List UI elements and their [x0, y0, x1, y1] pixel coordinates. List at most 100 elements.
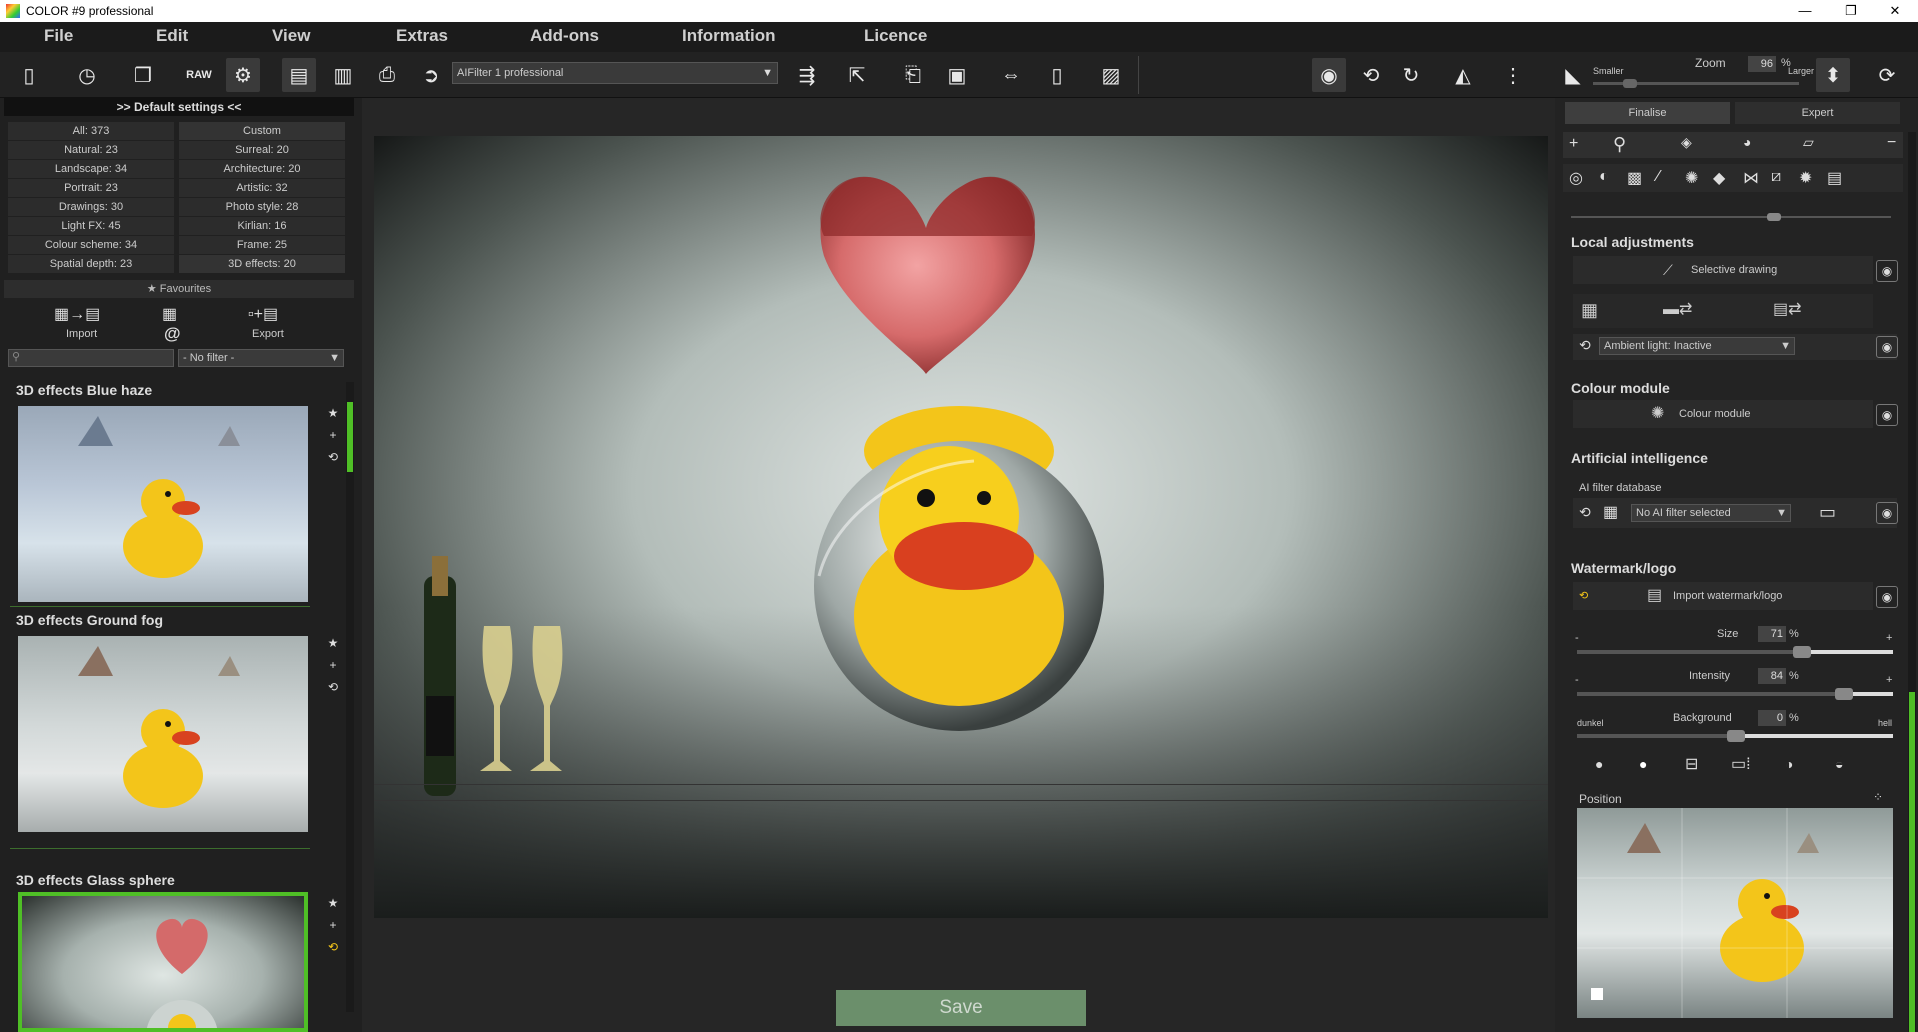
tab-expert[interactable]: Expert — [1735, 102, 1900, 124]
refresh-icon[interactable]: ⟲ — [326, 936, 340, 958]
share-icon[interactable]: ➲ — [414, 58, 448, 92]
minimize-button[interactable]: — — [1782, 0, 1828, 22]
category-button[interactable]: Photo style: 28 — [179, 198, 345, 216]
color-ring-icon[interactable]: ✺ — [1685, 168, 1698, 188]
ambient-light-select[interactable]: Ambient light: Inactive ▼ — [1599, 337, 1795, 355]
refresh-icon[interactable]: ⟲ — [1579, 582, 1588, 610]
lens-icon[interactable]: ✹ — [1799, 168, 1812, 188]
background-slider-thumb[interactable] — [1727, 730, 1745, 742]
category-button[interactable]: 3D effects: 20 — [179, 255, 345, 273]
search-input[interactable]: ⚲ — [8, 349, 174, 367]
save-as-icon[interactable]: ⎗ — [896, 58, 930, 92]
category-button[interactable]: All: 373 — [8, 122, 174, 140]
history-icon[interactable]: ◷ — [70, 58, 104, 92]
size-slider-thumb[interactable] — [1793, 646, 1811, 658]
settings-icon[interactable]: ⚙ — [226, 58, 260, 92]
export-preset-icon[interactable]: ▫+▤ — [248, 304, 278, 324]
visibility-eye-icon[interactable]: ◉ — [1876, 586, 1898, 608]
minus-icon[interactable]: − — [1887, 134, 1896, 152]
preview-eye-icon[interactable]: ◉ — [1312, 58, 1346, 92]
single-view-icon[interactable]: ▤ — [282, 58, 316, 92]
refresh-icon[interactable]: ⟲ — [1579, 337, 1591, 354]
filter-select[interactable]: AIFilter 1 professional ▼ — [452, 62, 778, 84]
eraser-icon[interactable]: ▱ — [1803, 134, 1814, 151]
intensity-value[interactable]: 84 — [1758, 668, 1786, 684]
category-button[interactable]: Landscape: 34 — [8, 160, 174, 178]
menu-addons[interactable]: Add-ons — [530, 26, 599, 46]
enlarge-icon[interactable]: ⬍ — [1816, 58, 1850, 92]
crop-rotate-icon[interactable]: ⟳ — [1870, 58, 1904, 92]
visibility-eye-icon[interactable]: ◉ — [1876, 502, 1898, 524]
folder-icon[interactable]: ▭ — [1819, 502, 1836, 523]
favourite-star-icon[interactable]: ★ — [326, 402, 340, 424]
batch-icon[interactable]: ⇶ — [790, 58, 824, 92]
visibility-eye-icon[interactable]: ◉ — [1876, 404, 1898, 426]
mask-grid-icon[interactable]: ▦ — [1581, 296, 1598, 324]
menu-edit[interactable]: Edit — [156, 26, 188, 46]
favourites-row[interactable]: ★ Favourites — [4, 280, 354, 298]
colour-wheel-icon[interactable]: ◕ — [1743, 134, 1751, 150]
sharpen-icon[interactable]: ⧄ — [1771, 168, 1781, 186]
category-button[interactable]: Artistic: 32 — [179, 179, 345, 197]
import-watermark-row[interactable]: ⟲ ▤ Import watermark/logo — [1573, 582, 1873, 610]
intensity-slider-thumb[interactable] — [1835, 688, 1853, 700]
copy-icon[interactable]: ❐ — [126, 58, 160, 92]
favourite-star-icon[interactable]: ★ — [326, 632, 340, 654]
category-button[interactable]: Spatial depth: 23 — [8, 255, 174, 273]
dot-light-icon[interactable]: ● — [1639, 756, 1647, 772]
category-button[interactable]: Colour scheme: 34 — [8, 236, 174, 254]
filter-dropdown[interactable]: - No filter - ▼ — [178, 349, 344, 367]
zoom-slider-thumb[interactable] — [1623, 79, 1637, 88]
category-button[interactable]: Portrait: 23 — [8, 179, 174, 197]
close-button[interactable]: ✕ — [1872, 0, 1918, 22]
node-icon[interactable]: ⋈ — [1743, 168, 1759, 188]
menu-file[interactable]: File — [44, 26, 73, 46]
settings-scrollbar-thumb[interactable] — [1909, 692, 1915, 1032]
new-file-icon[interactable]: ▯ — [12, 58, 46, 92]
visibility-eye-icon[interactable]: ◉ — [1876, 260, 1898, 282]
menu-view[interactable]: View — [272, 26, 310, 46]
preset-item-ground-fog[interactable]: 3D effects Ground fog ★ + ⟲ — [10, 612, 338, 848]
size-slider[interactable] — [1577, 646, 1893, 658]
gradient-swap-icon[interactable]: ▬⇄ — [1663, 296, 1692, 324]
category-button[interactable]: Architecture: 20 — [179, 160, 345, 178]
mirror-icon[interactable]: ◭ — [1446, 58, 1480, 92]
magnifier-icon[interactable]: ⚲ — [1613, 134, 1626, 155]
gamut-icon[interactable]: ◆ — [1713, 168, 1725, 188]
position-preview[interactable] — [1577, 808, 1893, 1018]
refresh-icon[interactable]: ⟲ — [326, 676, 340, 698]
document-icon[interactable]: ▤ — [1827, 168, 1842, 188]
preset-scrollbar[interactable] — [346, 382, 354, 1012]
at-icon[interactable]: @ — [164, 324, 181, 344]
import-icon[interactable]: ▦→▤ — [54, 304, 100, 324]
background-slider[interactable] — [1577, 730, 1893, 742]
time-machine-icon[interactable]: ⟲ — [1354, 58, 1388, 92]
redo-icon[interactable]: ↻ — [1394, 58, 1428, 92]
add-icon[interactable]: + — [1569, 135, 1578, 153]
favourite-star-icon[interactable]: ★ — [326, 892, 340, 914]
histogram-icon[interactable]: ▨ — [1094, 58, 1128, 92]
zoom-slider[interactable] — [1593, 79, 1799, 88]
panel-slider[interactable] — [1571, 213, 1891, 221]
preset-thumbnail[interactable] — [18, 636, 308, 832]
category-button[interactable]: Custom — [179, 122, 345, 140]
background-value[interactable]: 0 — [1758, 710, 1786, 726]
noise-icon[interactable]: ▩ — [1627, 168, 1642, 188]
dot-dark-icon[interactable]: ● — [1595, 756, 1603, 772]
colour-module-row[interactable]: ✺ Colour module — [1573, 400, 1873, 428]
menu-extras[interactable]: Extras — [396, 26, 448, 46]
zoom-value[interactable]: 96 — [1748, 56, 1776, 72]
split-view-icon[interactable]: ▥ — [326, 58, 360, 92]
add-icon[interactable]: + — [326, 654, 340, 676]
add-icon[interactable]: + — [326, 914, 340, 936]
preset-item-glass-sphere[interactable]: 3D effects Glass sphere ★ + ⟲ — [10, 872, 338, 1032]
settings-scrollbar[interactable] — [1908, 132, 1916, 1032]
fit-width-icon[interactable]: ⊟ — [1685, 754, 1698, 774]
info-icon[interactable]: ▯ — [1040, 58, 1074, 92]
aperture-icon[interactable]: ◎ — [1569, 168, 1583, 188]
refresh-icon[interactable]: ⟲ — [326, 446, 340, 468]
tab-finalise[interactable]: Finalise — [1565, 102, 1730, 124]
category-button[interactable]: Kirlian: 16 — [179, 217, 345, 235]
crosshair-icon[interactable]: ◈ — [1681, 134, 1692, 151]
default-settings-header[interactable]: >> Default settings << — [4, 98, 354, 116]
